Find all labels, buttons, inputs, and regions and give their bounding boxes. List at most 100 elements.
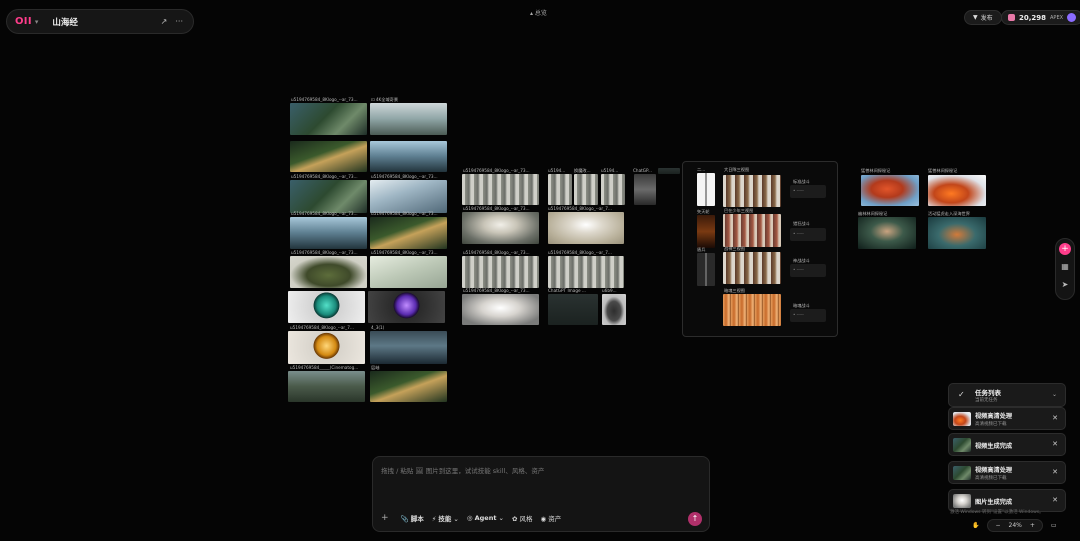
image-thumb[interactable] [288,371,365,402]
image-thumb[interactable] [723,252,781,284]
image-thumb[interactable] [370,256,447,288]
close-icon[interactable]: ✕ [1052,440,1058,448]
task-list-subtitle: 当前无任务 [975,397,998,403]
script-button[interactable]: 📎 脚本 [401,513,424,523]
share-icon[interactable]: ↗ [161,17,168,26]
skill-label: 技能 [438,515,451,523]
agent-button[interactable]: ◎ Agent ⌄ [467,514,504,522]
image-thumb[interactable] [697,253,715,286]
activation-watermark: 激活 Windows 转到"设置"以激活 Windows。 [950,509,1044,515]
image-thumb[interactable] [290,256,367,288]
publish-button[interactable]: ▼ 发布 [964,10,1002,25]
thumb-caption: u6b9... [602,288,626,293]
image-thumb[interactable] [462,174,539,205]
image-thumb[interactable] [723,214,781,247]
minimap-icon[interactable]: ▭ [1051,522,1057,529]
image-thumb[interactable] [370,180,447,213]
task-item[interactable]: 视频生成完成 ✕ [948,433,1066,456]
image-thumb[interactable] [370,103,447,135]
slot[interactable]: • ----- [790,309,826,322]
image-thumb[interactable] [697,215,715,248]
slot-text: • ----- [793,267,804,272]
slot[interactable]: • ----- [790,228,826,241]
character-board[interactable]: 二... 大日隊三视图 标准战斗 • ----- 矢天轮 巴在少年三视图 猎狂战… [682,161,838,337]
pointer-icon[interactable]: ➤ [1062,279,1069,291]
add-button[interactable]: + [381,513,389,523]
zoom-in-button[interactable]: + [1030,522,1035,529]
image-thumb[interactable] [548,212,624,244]
hand-icon[interactable]: ✋ [972,522,979,529]
image-thumb[interactable] [548,174,572,205]
credits-badge[interactable]: 20,298 APEX [1001,10,1080,25]
image-thumb[interactable] [861,175,919,206]
task-list-title: 任务列表 [975,387,1001,397]
image-thumb[interactable] [928,217,986,249]
image-thumb[interactable] [858,217,916,249]
layout-icon[interactable]: ▦ [1061,261,1069,273]
image-thumb[interactable] [462,294,539,325]
task-thumb [953,412,971,426]
image-thumb[interactable] [723,175,781,207]
image-thumb[interactable] [370,217,447,249]
task-sub: 高清视频已下载 [975,475,1007,481]
task-list-header[interactable]: ✓ 任务列表 当前无任务 ⌄ [948,383,1066,407]
slot[interactable]: • ----- [790,185,826,198]
image-thumb[interactable] [928,175,986,206]
task-thumb [953,494,971,508]
style-button[interactable]: ✿ 风格 [512,513,533,523]
image-thumb[interactable] [723,294,781,326]
close-icon[interactable]: ✕ [1052,496,1058,504]
prompt-box[interactable]: 拖拽 / 粘贴 🖼 图片到这里，试试技能 skill、风格、资产 + 📎 脚本 … [372,456,710,532]
more-icon[interactable]: ··· [175,17,183,26]
image-thumb[interactable] [462,212,539,244]
image-thumb[interactable] [462,256,539,288]
zoom-out-button[interactable]: − [995,522,1000,529]
agent-label: Agent [475,514,497,522]
chevron-down-icon[interactable]: ▾ [35,18,39,26]
image-thumb[interactable] [370,141,447,172]
task-item[interactable]: 视频高清处理 高清视频已下载 ✕ [948,461,1066,484]
image-thumb[interactable] [697,173,715,206]
task-title: 视频生成完成 [975,441,1012,450]
add-node-button[interactable]: + [1059,243,1071,255]
close-icon[interactable]: ✕ [1052,468,1058,476]
avatar[interactable] [1067,13,1076,22]
image-thumb[interactable] [548,294,598,325]
asset-button[interactable]: ◉ 资产 [540,513,561,523]
skill-button[interactable]: ⚡ 技能 ⌄ [432,513,459,523]
image-thumb[interactable] [368,291,445,323]
chevron-down-icon[interactable]: ⌄ [1052,391,1057,398]
image-thumb[interactable] [548,256,624,288]
task-thumb [953,438,971,452]
thumb-caption: ChatGPT Image ... [548,288,600,293]
prompt-input[interactable]: 拖拽 / 粘贴 🖼 图片到这里，试试技能 skill、风格、资产 [381,465,544,475]
image-thumb[interactable] [290,217,367,249]
thumb-caption: u5194769584_8Klogo_--ar_73... [371,250,447,255]
image-thumb[interactable] [290,103,367,135]
close-icon[interactable]: ✕ [1052,414,1058,422]
app-logo[interactable]: OII [15,16,32,27]
zoom-level[interactable]: 24% [1009,522,1022,529]
check-icon: ✓ [958,390,965,399]
image-thumb[interactable] [290,180,367,213]
slot[interactable]: • ----- [790,264,826,277]
image-thumb[interactable] [601,174,625,205]
image-thumb[interactable] [634,174,656,205]
image-thumb[interactable] [288,331,365,364]
canvas-title[interactable]: ▴ 总览 [530,8,547,17]
image-thumb[interactable] [658,168,680,174]
task-item[interactable]: 视频高清处理 高清视频已下载 ✕ [948,407,1066,430]
thumb-caption: u5194769584_8Klogo_--ar_73... [291,174,367,179]
task-sub: 高清视频已下载 [975,421,1007,427]
gem-icon [1008,14,1015,21]
canvas-root[interactable]: OII ▾ 山海经 ↗ ··· ▴ 总览 ▼ 发布 20,298 APEX u5… [0,0,1080,541]
image-thumb[interactable] [290,141,367,172]
thumb-caption: u5194769584_8Klogo_--ar_73... [463,250,539,255]
project-title[interactable]: 山海经 [52,16,78,28]
image-thumb[interactable] [370,331,447,364]
image-thumb[interactable] [574,174,598,205]
image-thumb[interactable] [370,371,447,402]
send-button[interactable]: ↑ [688,512,702,526]
image-thumb[interactable] [602,294,626,325]
image-thumb[interactable] [288,291,365,323]
